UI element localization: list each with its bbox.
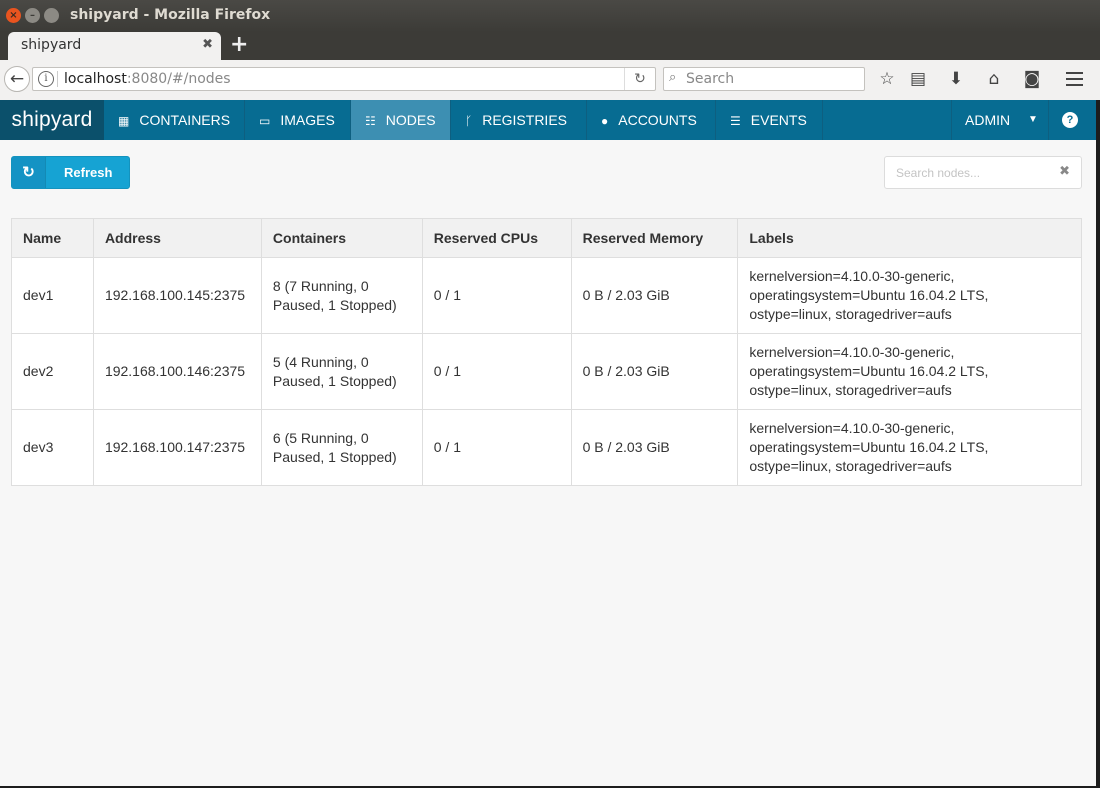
node-containers: 5 (4 Running, 0 Paused, 1 Stopped) bbox=[260, 333, 423, 410]
nav-accounts[interactable]: ● ACCOUNTS bbox=[587, 100, 716, 140]
table-row[interactable]: dev1 192.168.100.145:2375 8 (7 Running, … bbox=[11, 257, 1082, 334]
hamburger-menu-icon[interactable] bbox=[1066, 72, 1083, 90]
browser-search-input[interactable] bbox=[686, 70, 856, 88]
window-close-button[interactable]: × bbox=[6, 8, 21, 23]
url-text[interactable]: localhost:8080/#/nodes bbox=[64, 71, 231, 87]
node-labels: kernelversion=4.10.0-30-generic, operati… bbox=[737, 333, 1082, 410]
new-tab-icon[interactable]: + bbox=[230, 32, 248, 57]
nav-events[interactable]: ☰ EVENTS bbox=[716, 100, 823, 140]
node-search-input[interactable] bbox=[896, 165, 1046, 181]
header-reserved-memory[interactable]: Reserved Memory bbox=[570, 218, 739, 258]
node-address: 192.168.100.147:2375 bbox=[92, 409, 262, 486]
window-titlebar: × – shipyard - Mozilla Firefox bbox=[0, 0, 1100, 32]
node-address: 192.168.100.146:2375 bbox=[92, 333, 262, 410]
tab-close-icon[interactable]: ✖ bbox=[202, 37, 213, 52]
browser-navbar: ← i localhost:8080/#/nodes ↻ ⌕ ☆ ▤ ⬇ ⌂ ◙ bbox=[0, 60, 1100, 101]
nodes-table: Name Address Containers Reserved CPUs Re… bbox=[11, 218, 1082, 486]
node-address: 192.168.100.145:2375 bbox=[92, 257, 262, 334]
node-containers: 6 (5 Running, 0 Paused, 1 Stopped) bbox=[260, 409, 423, 486]
node-name[interactable]: dev3 bbox=[11, 409, 94, 486]
refresh-label: Refresh bbox=[64, 165, 113, 180]
search-icon: ⌕ bbox=[669, 70, 677, 85]
caret-down-icon: ▼ bbox=[1028, 114, 1038, 125]
node-labels: kernelversion=4.10.0-30-generic, operati… bbox=[737, 409, 1082, 486]
nav-accounts-label: ACCOUNTS bbox=[618, 112, 697, 128]
nav-nodes-label: NODES bbox=[385, 112, 436, 128]
browser-tabstrip: shipyard ✖ + bbox=[0, 32, 1100, 60]
nav-containers[interactable]: ▦ CONTAINERS bbox=[104, 100, 245, 140]
refresh-button[interactable]: ↻ Refresh bbox=[11, 156, 130, 189]
home-icon[interactable]: ⌂ bbox=[983, 69, 1005, 89]
node-cpus: 0 / 1 bbox=[421, 257, 572, 334]
window-title: shipyard - Mozilla Firefox bbox=[70, 7, 271, 23]
download-icon[interactable]: ⬇ bbox=[945, 69, 967, 89]
reload-icon[interactable]: ↻ bbox=[624, 68, 655, 90]
info-icon[interactable]: i bbox=[38, 71, 54, 87]
page-content: shipyard ▦ CONTAINERS ▭ IMAGES ☷ NODES ᚴ REG… bbox=[0, 100, 1096, 786]
nav-images-label: IMAGES bbox=[280, 112, 335, 128]
window-minimize-button[interactable]: – bbox=[25, 8, 40, 23]
nav-registries-label: REGISTRIES bbox=[482, 112, 567, 128]
node-labels: kernelversion=4.10.0-30-generic, operati… bbox=[737, 257, 1082, 334]
window-maximize-button[interactable] bbox=[44, 8, 59, 23]
app-navbar: shipyard ▦ CONTAINERS ▭ IMAGES ☷ NODES ᚴ REG… bbox=[0, 100, 1096, 140]
node-cpus: 0 / 1 bbox=[421, 409, 572, 486]
nav-registries[interactable]: ᚴ REGISTRIES bbox=[451, 100, 587, 140]
node-cpus: 0 / 1 bbox=[421, 333, 572, 410]
table-row[interactable]: dev2 192.168.100.146:2375 5 (4 Running, … bbox=[11, 333, 1082, 410]
clear-search-icon[interactable]: ✖ bbox=[1059, 164, 1070, 179]
node-search-box[interactable]: ✖ bbox=[884, 156, 1082, 189]
list-icon: ☰ bbox=[730, 114, 741, 128]
bookmark-star-icon[interactable]: ☆ bbox=[876, 69, 898, 89]
reading-list-icon[interactable]: ▤ bbox=[907, 69, 929, 89]
node-memory: 0 B / 2.03 GiB bbox=[570, 257, 739, 334]
header-containers[interactable]: Containers bbox=[260, 218, 423, 258]
header-address[interactable]: Address bbox=[92, 218, 262, 258]
header-reserved-cpus[interactable]: Reserved CPUs bbox=[421, 218, 572, 258]
url-host: localhost bbox=[64, 71, 127, 87]
nav-events-label: EVENTS bbox=[750, 112, 807, 128]
refresh-icon: ↻ bbox=[12, 157, 46, 188]
node-memory: 0 B / 2.03 GiB bbox=[570, 409, 739, 486]
drive-icon: ▭ bbox=[259, 114, 271, 128]
window-border-right bbox=[1096, 100, 1100, 788]
fork-icon: ᚴ bbox=[465, 114, 473, 128]
header-name[interactable]: Name bbox=[11, 218, 94, 258]
nav-containers-label: CONTAINERS bbox=[139, 112, 231, 128]
header-labels[interactable]: Labels bbox=[737, 218, 1082, 258]
node-containers: 8 (7 Running, 0 Paused, 1 Stopped) bbox=[260, 257, 423, 334]
url-bar[interactable]: i localhost:8080/#/nodes ↻ bbox=[32, 67, 656, 91]
node-name[interactable]: dev2 bbox=[11, 333, 94, 410]
grid-icon: ▦ bbox=[118, 114, 130, 128]
pocket-icon[interactable]: ◙ bbox=[1021, 69, 1043, 89]
url-separator bbox=[57, 71, 58, 87]
node-memory: 0 B / 2.03 GiB bbox=[570, 333, 739, 410]
table-row[interactable]: dev3 192.168.100.147:2375 6 (5 Running, … bbox=[11, 409, 1082, 486]
nav-nodes[interactable]: ☷ NODES bbox=[351, 100, 451, 140]
sitemap-icon: ☷ bbox=[365, 114, 376, 128]
url-path: :8080/#/nodes bbox=[126, 71, 231, 87]
browser-tab[interactable]: shipyard ✖ bbox=[8, 32, 221, 60]
browser-search-bar[interactable]: ⌕ bbox=[663, 67, 865, 91]
user-menu-label: ADMIN bbox=[965, 112, 1011, 128]
nav-images[interactable]: ▭ IMAGES bbox=[245, 100, 351, 140]
tab-title: shipyard bbox=[21, 37, 82, 53]
user-icon: ● bbox=[601, 114, 609, 128]
node-name[interactable]: dev1 bbox=[11, 257, 94, 334]
table-header-row: Name Address Containers Reserved CPUs Re… bbox=[11, 218, 1082, 258]
help-icon[interactable]: ? bbox=[1062, 112, 1078, 128]
user-menu-dropdown[interactable]: ADMIN ▼ bbox=[951, 100, 1049, 140]
back-arrow-icon[interactable]: ← bbox=[4, 66, 30, 92]
brand-logo[interactable]: shipyard bbox=[0, 100, 104, 140]
